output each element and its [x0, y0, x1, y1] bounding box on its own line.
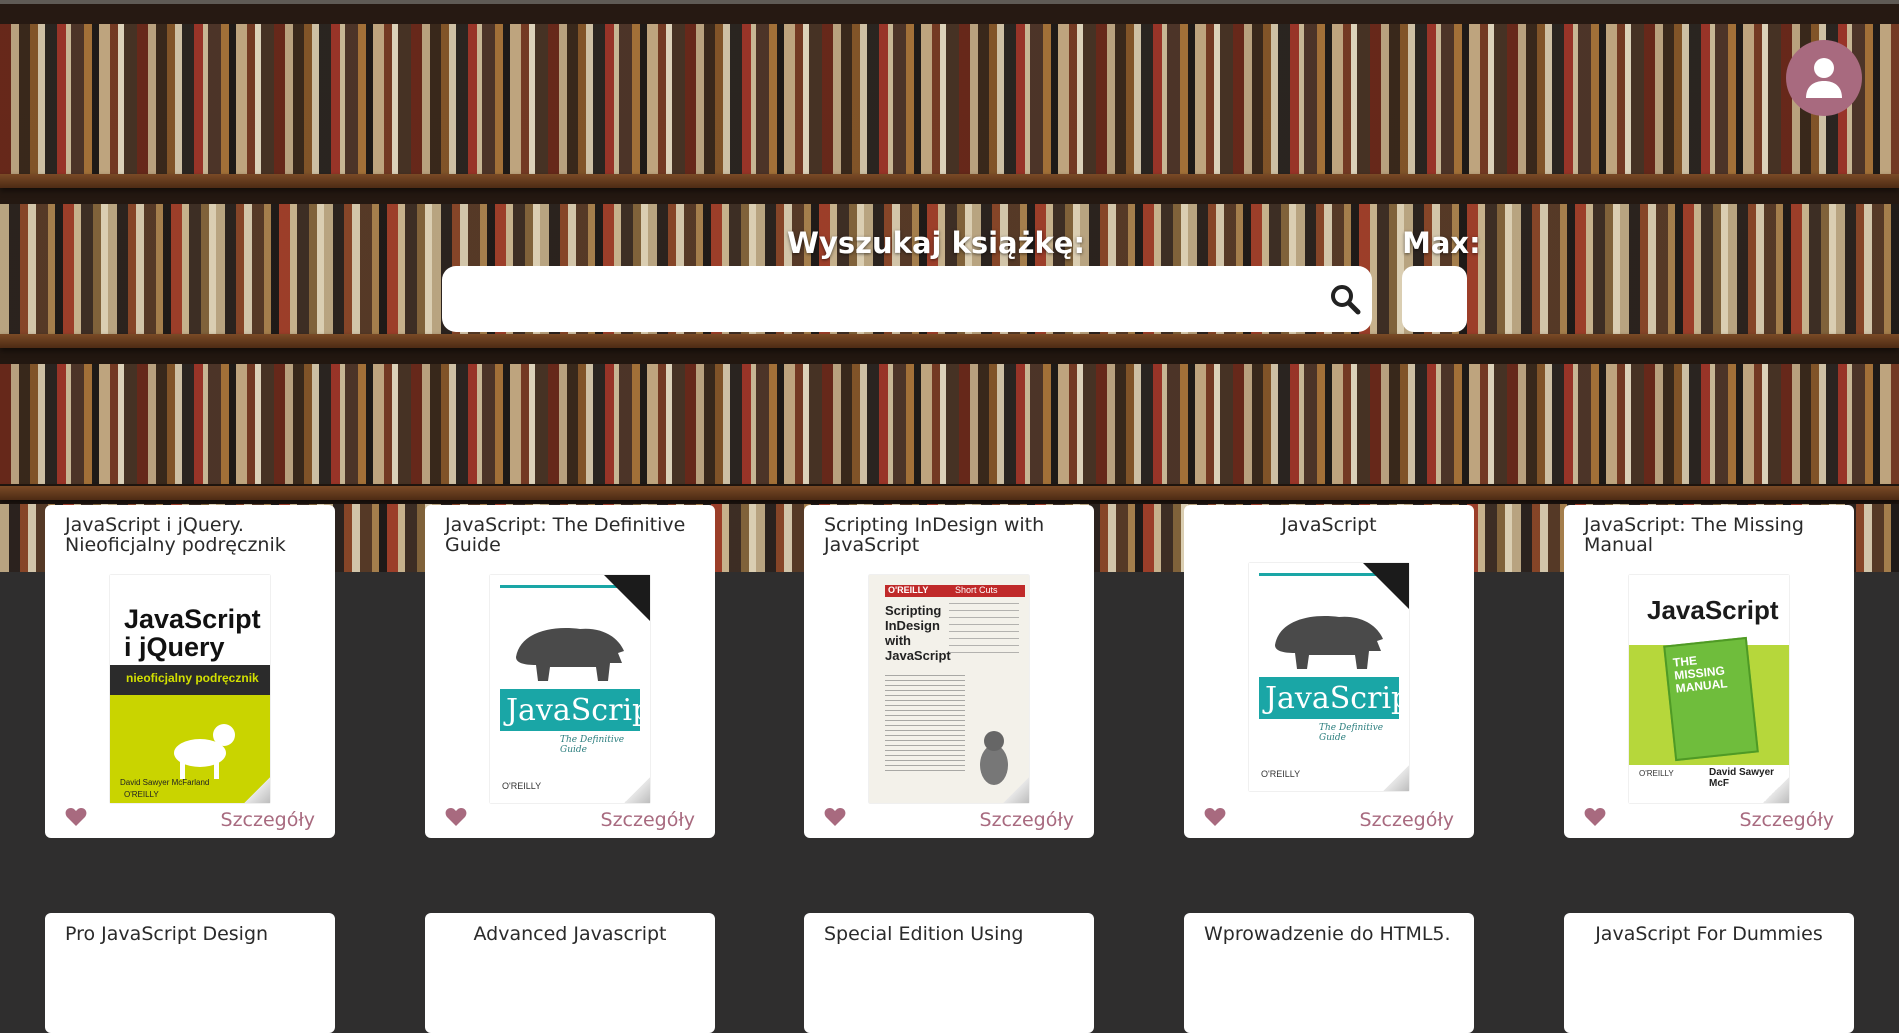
- max-results-input[interactable]: [1407, 266, 1466, 332]
- cover-subtitle: The Definitive Guide: [560, 735, 625, 755]
- page-curl: [1383, 765, 1409, 791]
- book-card[interactable]: Special Edition Using: [804, 913, 1094, 1033]
- book-card[interactable]: JavaScript: The Definitive Guide JavaScr…: [425, 505, 715, 838]
- book-card[interactable]: Advanced Javascript: [425, 913, 715, 1033]
- page-curl: [1763, 777, 1789, 803]
- search-input[interactable]: [460, 266, 1304, 334]
- book-card[interactable]: JavaScript i jQuery. Nieoficjalny podręc…: [45, 505, 335, 838]
- favorite-heart-icon[interactable]: [824, 807, 846, 827]
- book-title: Advanced Javascript: [473, 923, 667, 945]
- favorite-heart-icon[interactable]: [1584, 807, 1606, 827]
- cover-title: JavaScript i jQuery: [124, 604, 261, 662]
- favorite-heart-icon[interactable]: [445, 807, 467, 827]
- book-title: JavaScript: The Definitive Guide: [445, 514, 686, 556]
- cover-band: nieoficjalny podręcznik: [110, 665, 270, 695]
- details-link[interactable]: Szczegóły: [221, 809, 315, 831]
- page-curl: [624, 777, 650, 803]
- book-card[interactable]: Scripting InDesign with JavaScript O'REI…: [804, 505, 1094, 838]
- cover-band: JavaScript: [500, 689, 650, 731]
- book-cover[interactable]: JavaScript THE MISSING MANUAL David Sawy…: [1629, 575, 1789, 803]
- search-label: Wyszukaj książkę:: [787, 226, 1086, 260]
- cover-header-band: O'REILLY Short Cuts: [885, 585, 1025, 597]
- shelf-plank: [0, 486, 1899, 500]
- details-link[interactable]: Szczegóły: [1360, 809, 1454, 831]
- cover-title: Scripting InDesign with JavaScript: [885, 603, 951, 663]
- max-results-field: [1402, 266, 1467, 332]
- max-results-label: Max:: [1402, 226, 1481, 260]
- cover-publisher: O'REILLY: [1639, 769, 1674, 778]
- book-title: JavaScript For Dummies: [1595, 923, 1823, 945]
- cover-publisher: O'REILLY: [1261, 769, 1301, 779]
- user-icon: [1806, 58, 1842, 98]
- cover-band-text: nieoficjalny podręcznik: [126, 671, 259, 685]
- book-title: Pro JavaScript Design: [65, 923, 269, 945]
- favorite-heart-icon[interactable]: [65, 807, 87, 827]
- book-card[interactable]: JavaScript For Dummies: [1564, 913, 1854, 1033]
- favorite-heart-icon[interactable]: [1204, 807, 1226, 827]
- cover-badge: THE MISSING MANUAL: [1672, 653, 1729, 696]
- search-bar: [442, 266, 1372, 334]
- cover-band: JavaScript: [1259, 677, 1409, 719]
- cover-title: JavaScript: [1265, 681, 1409, 716]
- book-card[interactable]: JavaScript JavaScript The Definitive Gui…: [1184, 505, 1474, 838]
- shelf-books: [0, 24, 1899, 174]
- shelf-books: [0, 364, 1899, 484]
- cover-toc: [949, 603, 1019, 655]
- cover-publisher: O'REILLY: [888, 585, 929, 595]
- cover-series: Short Cuts: [955, 585, 998, 595]
- cover-text-lines: [885, 675, 965, 775]
- shelf-plank: [0, 174, 1899, 188]
- rhino-icon: [1275, 616, 1383, 669]
- book-title: Scripting InDesign with JavaScript: [824, 514, 1045, 556]
- book-cover[interactable]: JavaScript i jQuery nieoficjalny podręcz…: [110, 575, 270, 803]
- book-card[interactable]: JavaScript: The Missing Manual JavaScrip…: [1564, 505, 1854, 838]
- details-link[interactable]: Szczegóły: [1740, 809, 1834, 831]
- cover-subtitle: The Definitive Guide: [1319, 723, 1384, 743]
- cover-book-graphic: THE MISSING MANUAL: [1663, 636, 1759, 762]
- rhino-icon: [516, 628, 624, 681]
- details-link[interactable]: Szczegóły: [980, 809, 1074, 831]
- search-icon[interactable]: [1329, 283, 1361, 315]
- book-cover[interactable]: JavaScript The Definitive Guide O'REILLY: [490, 575, 650, 803]
- page-curl: [244, 777, 270, 803]
- cover-title: JavaScript: [1647, 595, 1779, 625]
- book-card[interactable]: Wprowadzenie do HTML5.: [1184, 913, 1474, 1033]
- book-cover[interactable]: O'REILLY Short Cuts Scripting InDesign w…: [869, 575, 1029, 803]
- cover-author: David Sawyer McFarland: [120, 778, 209, 787]
- cover-title: JavaScript: [506, 693, 650, 728]
- user-profile-button[interactable]: [1786, 40, 1862, 116]
- book-title: JavaScript i jQuery. Nieoficjalny podręc…: [65, 514, 286, 556]
- page-curl: [1003, 777, 1029, 803]
- cover-publisher: O'REILLY: [124, 790, 159, 799]
- book-title: JavaScript: [1281, 514, 1377, 536]
- shelf-plank: [0, 334, 1899, 348]
- details-link[interactable]: Szczegóły: [601, 809, 695, 831]
- book-title: Special Edition Using: [824, 923, 1024, 945]
- book-title: JavaScript: The Missing Manual: [1584, 514, 1804, 556]
- book-cover[interactable]: JavaScript The Definitive Guide O'REILLY: [1249, 563, 1409, 791]
- cover-publisher: O'REILLY: [502, 781, 542, 791]
- book-title: Wprowadzenie do HTML5.: [1204, 923, 1451, 945]
- book-card[interactable]: Pro JavaScript Design: [45, 913, 335, 1033]
